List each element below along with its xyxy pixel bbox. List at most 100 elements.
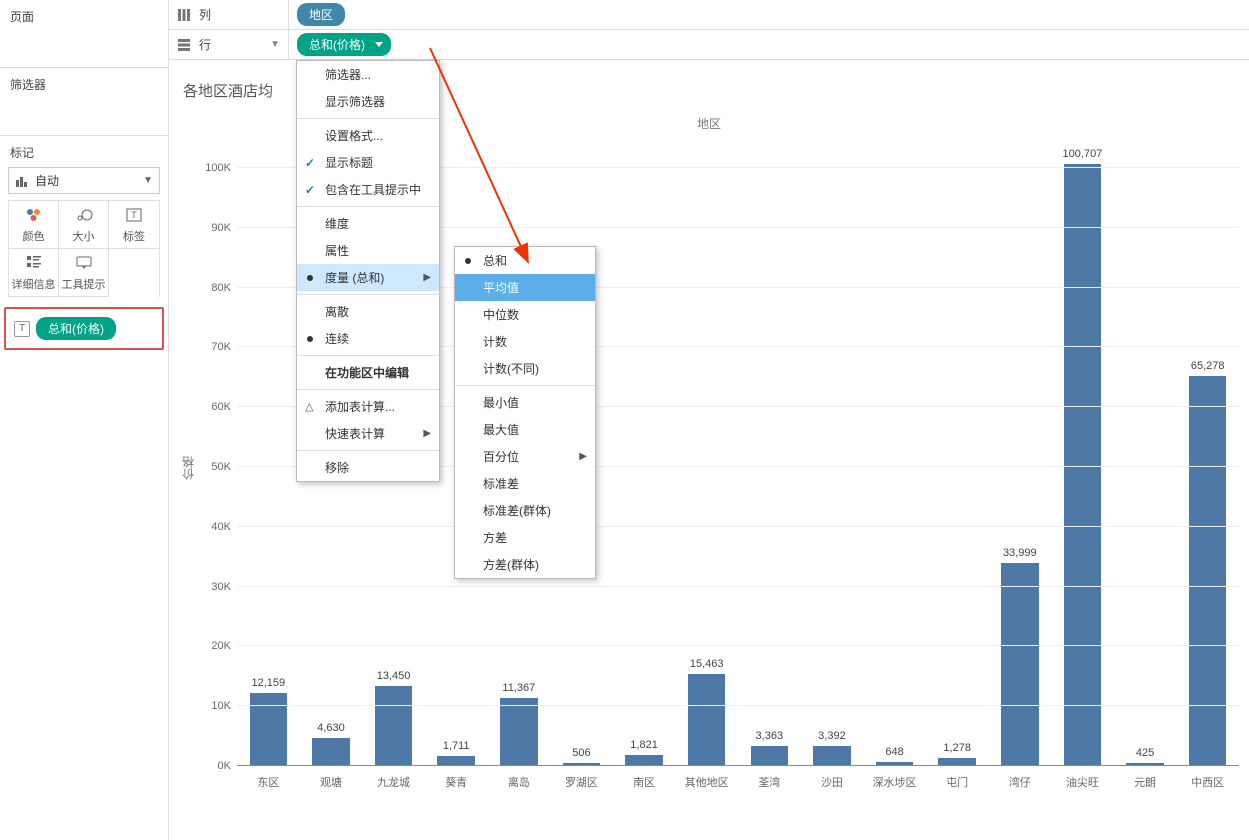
menu-item[interactable]: 筛选器... [297, 61, 439, 88]
xaxis-tick-label: 葵青 [425, 774, 488, 790]
xaxis-tick-label: 九龙城 [362, 774, 425, 790]
xaxis-tick-label: 油尖旺 [1051, 774, 1114, 790]
marks-tooltip-button[interactable]: 工具提示 [59, 249, 109, 297]
bar[interactable] [250, 693, 288, 766]
marks-label-button[interactable]: T 标签 [109, 201, 159, 249]
bar-col: 648 [863, 138, 926, 766]
rows-pill-label: 总和(价格) [309, 36, 365, 53]
marks-tooltip-label: 工具提示 [62, 276, 106, 292]
highlighted-pill-area: T 总和(价格) [4, 307, 164, 350]
bar-value-label: 3,392 [818, 730, 846, 742]
marks-label-label: 标签 [123, 228, 145, 244]
bar[interactable] [500, 698, 538, 766]
menu-item[interactable]: 属性 [297, 237, 439, 264]
bar-value-label: 1,278 [943, 742, 971, 754]
marks-detail-label: 详细信息 [12, 276, 56, 292]
pill-dropdown-icon [375, 42, 383, 47]
pages-panel: 页面 [0, 0, 168, 68]
menu-item[interactable]: 连续 [297, 325, 439, 352]
rows-shelf: 行 ▼ 总和(价格) [169, 30, 1249, 60]
menu-item[interactable]: 平均值 [455, 274, 595, 301]
bar[interactable] [312, 738, 350, 766]
bar[interactable] [1189, 376, 1227, 766]
bar-value-label: 425 [1136, 747, 1154, 759]
marks-label: 标记 [8, 142, 160, 167]
marks-empty [109, 249, 159, 297]
menu-item[interactable]: 显示筛选器 [297, 88, 439, 115]
menu-item[interactable]: 最大值 [455, 416, 595, 443]
menu-item[interactable]: △添加表计算... [297, 393, 439, 420]
menu-item[interactable]: 度量 (总和)▶ [297, 264, 439, 291]
xaxis-tick-label: 观塘 [300, 774, 363, 790]
marks-color-label: 颜色 [23, 228, 45, 244]
xaxis-tick-label: 沙田 [801, 774, 864, 790]
marks-panel: 标记 自动 ▼ 颜色 大小 T 标签 [0, 136, 168, 303]
menu-item[interactable]: 计数 [455, 328, 595, 355]
menu-item[interactable]: 在功能区中编辑 [297, 359, 439, 386]
marks-type-dropdown[interactable]: 自动 ▼ [8, 167, 160, 194]
xaxis-tick-label: 荃湾 [738, 774, 801, 790]
xaxis-tick-label: 湾仔 [989, 774, 1052, 790]
xaxis-tick-label: 南区 [613, 774, 676, 790]
menu-item[interactable]: 设置格式... [297, 122, 439, 149]
menu-item[interactable]: 维度 [297, 210, 439, 237]
xaxis-tick-label: 深水埗区 [863, 774, 926, 790]
bar-col: 425 [1114, 138, 1177, 766]
columns-shelf: 列 地区 [169, 0, 1249, 30]
menu-item[interactable]: 标准差(群体) [455, 497, 595, 524]
bar-value-label: 506 [572, 747, 590, 759]
xaxis-tick-label: 罗湖区 [550, 774, 613, 790]
bar[interactable] [1064, 164, 1102, 766]
xaxis-tick-label: 离岛 [488, 774, 551, 790]
color-icon [25, 206, 43, 224]
sum-price-pill[interactable]: 总和(价格) [36, 317, 116, 340]
menu-item[interactable]: 总和 [455, 247, 595, 274]
columns-region-pill[interactable]: 地区 [297, 3, 345, 26]
menu-item[interactable]: 中位数 [455, 301, 595, 328]
marks-size-button[interactable]: 大小 [59, 201, 109, 249]
menu-item[interactable]: 计数(不同) [455, 355, 595, 382]
bar-col: 33,999 [989, 138, 1052, 766]
menu-item[interactable]: 百分位▶ [455, 443, 595, 470]
xaxis-tick-label: 东区 [237, 774, 300, 790]
bar[interactable] [375, 686, 413, 766]
yaxis-title: 价格 [179, 138, 197, 798]
bar-value-label: 12,159 [251, 677, 285, 689]
pages-label: 页面 [10, 8, 158, 25]
bar-col: 65,278 [1176, 138, 1239, 766]
rows-sum-price-pill[interactable]: 总和(价格) [297, 33, 391, 56]
tooltip-icon [75, 254, 93, 272]
menu-item[interactable]: 移除 [297, 454, 439, 481]
caret-down-icon[interactable]: ▼ [270, 39, 280, 50]
filters-panel: 筛选器 [0, 68, 168, 136]
bar-col: 100,707 [1051, 138, 1114, 766]
bar-value-label: 100,707 [1063, 148, 1103, 160]
menu-item[interactable]: 快速表计算▶ [297, 420, 439, 447]
marks-grid: 颜色 大小 T 标签 详细信息 工具提示 [8, 200, 160, 297]
columns-label: 列 [199, 6, 211, 23]
menu-item[interactable]: 离散 [297, 298, 439, 325]
bar-value-label: 1,821 [630, 739, 658, 751]
menu-item[interactable]: ✓显示标题 [297, 149, 439, 176]
menu-item[interactable]: 方差(群体) [455, 551, 595, 578]
bar[interactable] [1001, 563, 1039, 766]
bar-col: 1,278 [926, 138, 989, 766]
rows-label: 行 [199, 36, 211, 53]
filters-label: 筛选器 [10, 76, 158, 93]
menu-item[interactable]: 方差 [455, 524, 595, 551]
menu-item[interactable]: ✓包含在工具提示中 [297, 176, 439, 203]
bar-value-label: 65,278 [1191, 360, 1225, 372]
xaxis-tick-label: 中西区 [1176, 774, 1239, 790]
marks-color-button[interactable]: 颜色 [9, 201, 59, 249]
marks-detail-button[interactable]: 详细信息 [9, 249, 59, 297]
bar-col: 3,392 [801, 138, 864, 766]
menu-item[interactable]: 标准差 [455, 470, 595, 497]
bar-value-label: 4,630 [317, 722, 345, 734]
bar[interactable] [813, 746, 851, 766]
bar[interactable] [751, 746, 789, 766]
measure-context-menu: 筛选器...显示筛选器设置格式...✓显示标题✓包含在工具提示中维度属性度量 (… [296, 60, 440, 482]
bar[interactable] [688, 674, 726, 766]
size-icon [75, 206, 93, 224]
aggregation-submenu: 总和平均值中位数计数计数(不同) 最小值最大值百分位▶标准差标准差(群体)方差方差… [454, 246, 596, 579]
menu-item[interactable]: 最小值 [455, 389, 595, 416]
